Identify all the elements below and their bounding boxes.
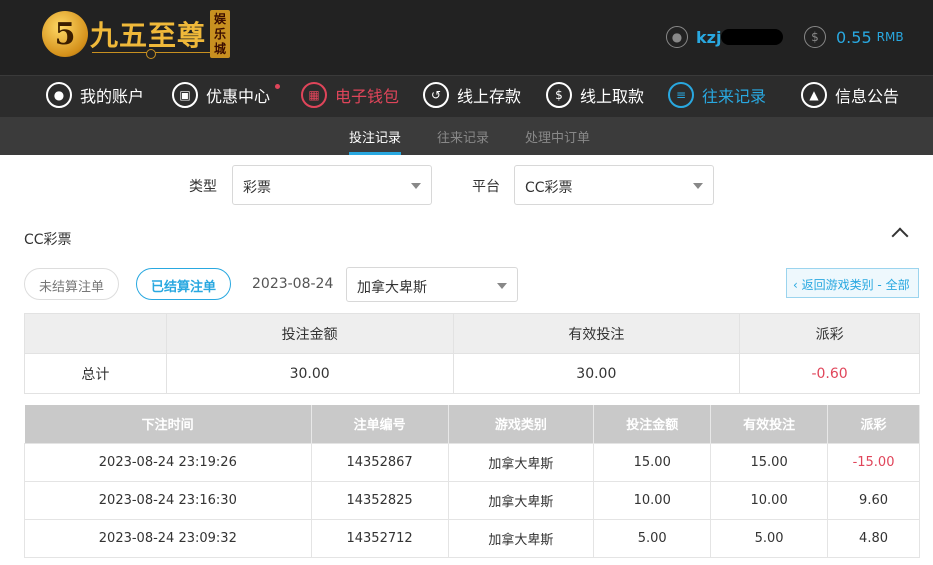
username: kzj [696, 27, 722, 47]
col-order-id: 注单编号 [311, 405, 449, 443]
summary-header-payout: 派彩 [739, 313, 920, 354]
top-header: 5 九五至尊 娱乐城 ● kzj $ 0.55 RMB [0, 0, 933, 75]
table-header-row: 下注时间 注单编号 游戏类别 投注金额 有效投注 派彩 [24, 405, 920, 443]
logo-text: 九五至尊 [90, 19, 207, 52]
summary-total-label: 总计 [24, 353, 167, 394]
cell-payout: 9.60 [827, 480, 920, 520]
unsettled-bets-button[interactable]: 未结算注单 [24, 268, 120, 300]
cell-game-type: 加拿大卑斯 [447, 518, 595, 558]
chevron-down-icon [497, 283, 507, 289]
main-nav: ● 我的账户 ▣ 优惠中心 ▦ 电子钱包 ↺ 线上存款 $ 线上取款 ≡ 往来记… [0, 75, 933, 117]
summary-total-bet: 30.00 [165, 353, 454, 394]
bet-records-table: 下注时间 注单编号 游戏类别 投注金额 有效投注 派彩 2023-08-24 2… [24, 405, 920, 558]
type-select[interactable]: 彩票 [232, 165, 432, 205]
nav-records[interactable]: ≡ 往来记录 [668, 82, 766, 108]
gift-icon: ▣ [172, 82, 198, 108]
chevron-down-icon [411, 183, 421, 189]
cell-order-id: 14352825 [310, 480, 449, 520]
nav-announcements[interactable]: ▲ 信息公告 [801, 82, 899, 108]
nav-withdraw[interactable]: $ 线上取款 [546, 82, 644, 108]
tab-bet-records[interactable]: 投注记录 [349, 127, 402, 155]
user-info[interactable]: ● kzj [666, 26, 784, 48]
table-row: 2023-08-24 23:19:26 14352867 加拿大卑斯 15.00… [24, 442, 920, 482]
section-title: CC彩票 [24, 232, 72, 248]
user-icon: ● [666, 26, 688, 48]
summary-total-payout: -0.60 [739, 353, 920, 394]
cell-valid-bet: 5.00 [710, 518, 829, 558]
balance-currency: RMB [876, 30, 904, 44]
summary-header-blank [24, 313, 167, 354]
record-icon: ≡ [668, 82, 694, 108]
balance: $ 0.55 RMB [804, 26, 904, 48]
type-label: 类型 [189, 179, 217, 195]
nav-my-account[interactable]: ● 我的账户 [46, 82, 144, 108]
type-select-value: 彩票 [243, 180, 271, 196]
col-valid-bet: 有效投注 [710, 405, 829, 443]
user-icon: ● [46, 82, 72, 108]
cell-bet-time: 2023-08-24 23:19:26 [24, 442, 312, 482]
deposit-icon: ↺ [423, 82, 449, 108]
tab-transactions[interactable]: 往来记录 [437, 127, 489, 146]
nav-label: 优惠中心 [206, 87, 271, 106]
notification-dot [275, 84, 281, 89]
table-row: 2023-08-24 23:09:32 14352712 加拿大卑斯 5.00 … [24, 518, 920, 558]
cell-bet-amount: 5.00 [593, 518, 712, 558]
cell-order-id: 14352712 [310, 518, 449, 558]
summary-header-row: 投注金额 有效投注 派彩 [24, 313, 920, 354]
platform-select[interactable]: CC彩票 [514, 165, 714, 205]
dollar-icon: $ [804, 26, 826, 48]
withdraw-icon: $ [546, 82, 572, 108]
game-select[interactable]: 加拿大卑斯 [346, 267, 518, 302]
logo-badge: 5 [42, 11, 88, 57]
summary-total-valid: 30.00 [452, 353, 741, 394]
summary-header-bet: 投注金额 [165, 313, 454, 354]
platform-label: 平台 [472, 179, 500, 195]
game-select-value: 加拿大卑斯 [357, 280, 427, 296]
chevron-down-icon [693, 183, 703, 189]
col-bet-time: 下注时间 [24, 405, 312, 443]
back-to-game-category-button[interactable]: ‹ 返回游戏类别 - 全部 [786, 268, 919, 298]
nav-label: 线上存款 [457, 87, 522, 106]
nav-label: 往来记录 [702, 87, 767, 106]
logo-tag: 娱乐城 [210, 10, 231, 58]
username-redaction [721, 29, 784, 45]
summary-header-valid: 有效投注 [452, 313, 741, 354]
collapse-chevron-up-icon[interactable] [891, 227, 909, 245]
bell-icon: ▲ [801, 82, 827, 108]
table-row: 2023-08-24 23:16:30 14352825 加拿大卑斯 10.00… [24, 480, 920, 520]
nav-promotions[interactable]: ▣ 优惠中心 [172, 82, 281, 108]
cell-bet-amount: 10.00 [593, 480, 712, 520]
summary-table: 投注金额 有效投注 派彩 总计 30.00 30.00 -0.60 [24, 313, 920, 394]
platform-select-value: CC彩票 [525, 180, 573, 196]
settled-bets-button[interactable]: 已结算注单 [136, 268, 232, 300]
cell-valid-bet: 15.00 [710, 442, 829, 482]
col-game-type: 游戏类别 [448, 405, 595, 443]
nav-label: 线上取款 [580, 87, 645, 106]
nav-label: 电子钱包 [335, 87, 400, 106]
tab-pending-orders[interactable]: 处理中订单 [525, 127, 590, 146]
col-payout: 派彩 [827, 405, 920, 443]
site-logo[interactable]: 5 九五至尊 娱乐城 [42, 10, 231, 58]
nav-deposit[interactable]: ↺ 线上存款 [423, 82, 521, 108]
nav-wallet[interactable]: ▦ 电子钱包 [301, 82, 399, 108]
wallet-icon: ▦ [301, 82, 327, 108]
cell-game-type: 加拿大卑斯 [447, 480, 595, 520]
date-value[interactable]: 2023-08-24 [252, 276, 333, 292]
col-bet-amount: 投注金额 [593, 405, 712, 443]
sub-nav: 投注记录 往来记录 处理中订单 [0, 117, 933, 155]
balance-amount: 0.55 [836, 27, 872, 47]
cell-valid-bet: 10.00 [710, 480, 829, 520]
cell-payout: 4.80 [827, 518, 920, 558]
cell-payout: -15.00 [827, 442, 920, 482]
summary-total-row: 总计 30.00 30.00 -0.60 [24, 353, 920, 394]
cell-order-id: 14352867 [310, 442, 449, 482]
cell-bet-time: 2023-08-24 23:16:30 [24, 480, 312, 520]
nav-label: 我的账户 [80, 87, 145, 106]
cell-bet-amount: 15.00 [593, 442, 712, 482]
logo-ornament [92, 49, 212, 59]
nav-label: 信息公告 [835, 87, 900, 106]
cell-game-type: 加拿大卑斯 [447, 442, 595, 482]
cell-bet-time: 2023-08-24 23:09:32 [24, 518, 312, 558]
